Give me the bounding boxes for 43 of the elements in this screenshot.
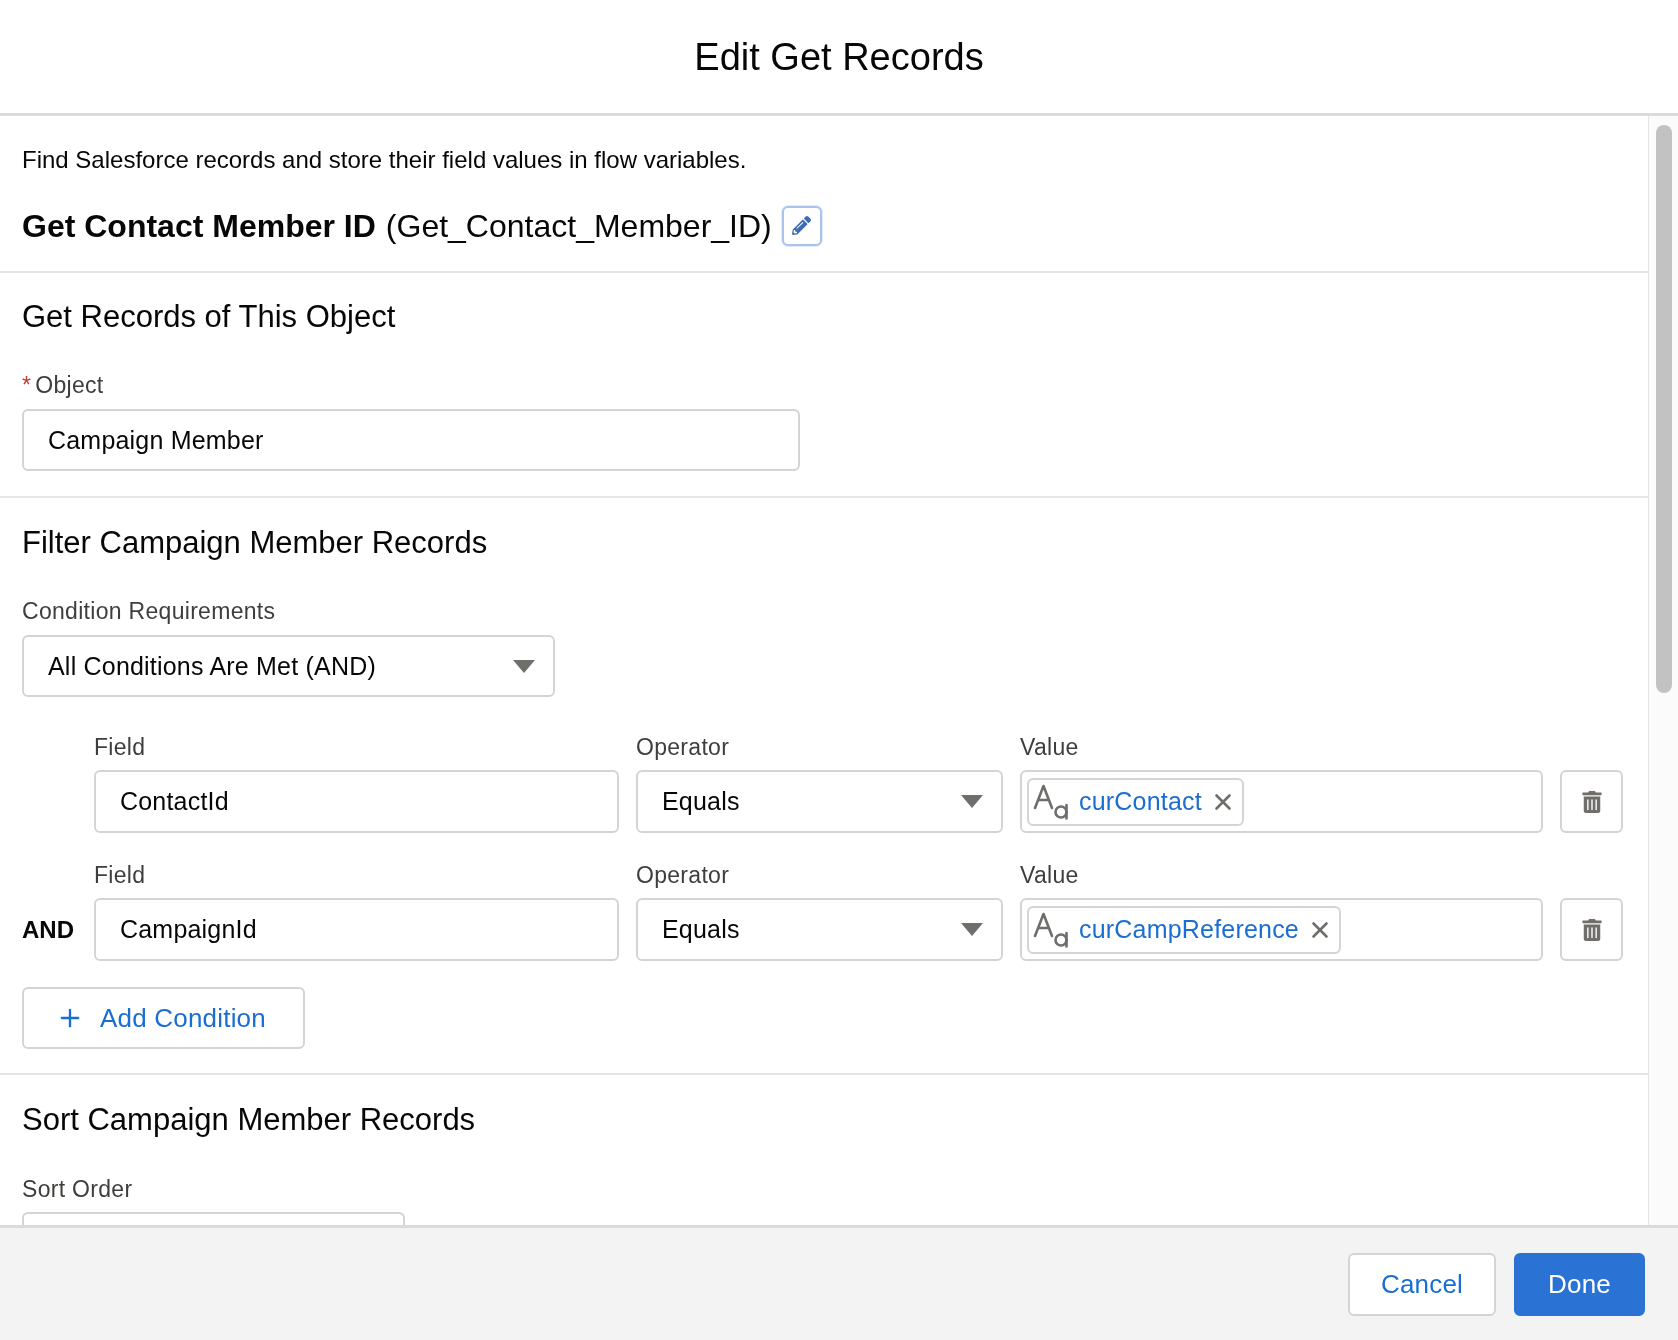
- description-text: Find Salesforce records and store their field values in flow variables.: [22, 145, 748, 175]
- field-label: Sort Order: [22, 1176, 133, 1202]
- delete-button[interactable]: [1560, 898, 1623, 961]
- condition-requirements-dropdown[interactable]: All Conditions Are Met (AND): [22, 635, 555, 697]
- field-label: Field: [94, 734, 147, 760]
- section-heading: Get Records of This Object: [22, 299, 397, 335]
- section-heading: Filter Campaign Member Records: [22, 525, 489, 561]
- add-condition-button[interactable]: Add Condition: [22, 987, 305, 1049]
- caret-down-icon: [961, 923, 983, 936]
- field-label: Object: [35, 372, 104, 398]
- field-label: Field: [94, 862, 147, 888]
- field-label: Value: [1020, 862, 1080, 888]
- edit-button[interactable]: [781, 205, 822, 246]
- delete-button[interactable]: [1560, 770, 1623, 833]
- field-input[interactable]: CampaignId: [94, 898, 619, 961]
- text-type-icon: [1033, 911, 1071, 948]
- value-input[interactable]: curContact: [1020, 770, 1543, 833]
- variable-name: curCampReference: [1079, 915, 1299, 944]
- value-input[interactable]: curCampReference: [1020, 898, 1543, 961]
- trash-icon: [1580, 790, 1603, 813]
- operator-dropdown[interactable]: Equals: [636, 898, 1003, 961]
- field-label: Value: [1020, 734, 1080, 760]
- modal-title: Edit Get Records: [694, 34, 984, 79]
- caret-down-icon: [961, 795, 983, 808]
- field-input[interactable]: ContactId: [94, 770, 619, 833]
- required-mark: *: [22, 372, 32, 398]
- variable-name: curContact: [1079, 787, 1202, 816]
- text-type-icon: [1033, 783, 1071, 820]
- field-label: Operator: [636, 862, 731, 888]
- pencil-icon: [792, 216, 812, 235]
- caret-down-icon: [513, 659, 535, 673]
- done-button[interactable]: Done: [1514, 1252, 1645, 1316]
- section-heading: Sort Campaign Member Records: [22, 1102, 477, 1138]
- object-input[interactable]: Campaign Member: [22, 409, 800, 471]
- field-label: Condition Requirements: [22, 598, 276, 624]
- scrollbar-thumb[interactable]: [1656, 125, 1672, 693]
- logic-label: AND: [22, 915, 75, 944]
- operator-dropdown[interactable]: Equals: [636, 770, 1003, 833]
- cancel-button[interactable]: Cancel: [1348, 1252, 1496, 1316]
- api-name: (Get_Contact_Member_ID): [385, 206, 772, 246]
- field-label: Operator: [636, 734, 731, 760]
- trash-icon: [1580, 918, 1603, 941]
- element-label: Get Contact Member ID: [22, 206, 376, 246]
